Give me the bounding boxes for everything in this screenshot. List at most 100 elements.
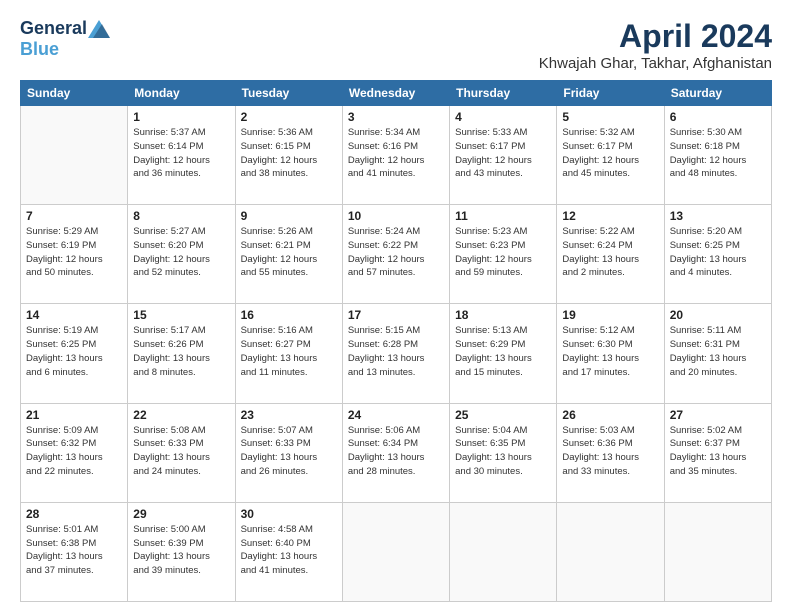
cell-day-number: 26 (562, 408, 658, 422)
cell-info: Sunrise: 5:08 AMSunset: 6:33 PMDaylight:… (133, 424, 229, 479)
cell-info: Sunrise: 5:37 AMSunset: 6:14 PMDaylight:… (133, 126, 229, 181)
table-row (450, 502, 557, 601)
cell-info: Sunrise: 5:33 AMSunset: 6:17 PMDaylight:… (455, 126, 551, 181)
calendar-week-row: 14 Sunrise: 5:19 AMSunset: 6:25 PMDayligh… (21, 304, 772, 403)
cell-info: Sunrise: 5:27 AMSunset: 6:20 PMDaylight:… (133, 225, 229, 280)
cell-day-number: 18 (455, 308, 551, 322)
cell-info: Sunrise: 4:58 AMSunset: 6:40 PMDaylight:… (241, 523, 337, 578)
table-row: 27Sunrise: 5:02 AMSunset: 6:37 PMDayligh… (664, 403, 771, 502)
col-monday: Monday (128, 81, 235, 106)
logo-blue: Blue (20, 39, 59, 59)
cell-info: Sunrise: 5:20 AMSunset: 6:25 PMDaylight:… (670, 225, 766, 280)
table-row: 18 Sunrise: 5:13 AMSunset: 6:29 PMDayligh… (450, 304, 557, 403)
table-row: 12 Sunrise: 5:22 AMSunset: 6:24 PMDayligh… (557, 205, 664, 304)
calendar-subtitle: Khwajah Ghar, Takhar, Afghanistan (539, 55, 772, 72)
calendar-title: April 2024 (539, 18, 772, 55)
cell-info: Sunrise: 5:16 AMSunset: 6:27 PMDaylight:… (241, 324, 337, 379)
cell-day-number: 14 (26, 308, 122, 322)
table-row: 21 Sunrise: 5:09 AMSunset: 6:32 PMDayligh… (21, 403, 128, 502)
table-row: 4 Sunrise: 5:33 AMSunset: 6:17 PMDaylight… (450, 106, 557, 205)
table-row: 8 Sunrise: 5:27 AMSunset: 6:20 PMDaylight… (128, 205, 235, 304)
cell-info: Sunrise: 5:13 AMSunset: 6:29 PMDaylight:… (455, 324, 551, 379)
logo-general: General (20, 18, 87, 39)
cell-day-number: 23 (241, 408, 337, 422)
calendar-week-row: 1 Sunrise: 5:37 AMSunset: 6:14 PMDaylight… (21, 106, 772, 205)
table-row: 6 Sunrise: 5:30 AMSunset: 6:18 PMDaylight… (664, 106, 771, 205)
cell-info: Sunrise: 5:00 AMSunset: 6:39 PMDaylight:… (133, 523, 229, 578)
cell-day-number: 19 (562, 308, 658, 322)
cell-day-number: 8 (133, 209, 229, 223)
table-row: 19 Sunrise: 5:12 AMSunset: 6:30 PMDayligh… (557, 304, 664, 403)
cell-info: Sunrise: 5:26 AMSunset: 6:21 PMDaylight:… (241, 225, 337, 280)
col-tuesday: Tuesday (235, 81, 342, 106)
table-row: 14 Sunrise: 5:19 AMSunset: 6:25 PMDayligh… (21, 304, 128, 403)
cell-day-number: 24 (348, 408, 444, 422)
table-row (557, 502, 664, 601)
cell-info: Sunrise: 5:06 AMSunset: 6:34 PMDaylight:… (348, 424, 444, 479)
cell-day-number: 6 (670, 110, 766, 124)
table-row: 3Sunrise: 5:34 AMSunset: 6:16 PMDaylight… (342, 106, 449, 205)
title-block: April 2024 Khwajah Ghar, Takhar, Afghani… (539, 18, 772, 72)
calendar-header-row: Sunday Monday Tuesday Wednesday Thursday… (21, 81, 772, 106)
cell-day-number: 1 (133, 110, 229, 124)
cell-info: Sunrise: 5:04 AMSunset: 6:35 PMDaylight:… (455, 424, 551, 479)
cell-info: Sunrise: 5:09 AMSunset: 6:32 PMDaylight:… (26, 424, 122, 479)
cell-info: Sunrise: 5:17 AMSunset: 6:26 PMDaylight:… (133, 324, 229, 379)
table-row: 9 Sunrise: 5:26 AMSunset: 6:21 PMDaylight… (235, 205, 342, 304)
cell-info: Sunrise: 5:03 AMSunset: 6:36 PMDaylight:… (562, 424, 658, 479)
cell-day-number: 4 (455, 110, 551, 124)
table-row (664, 502, 771, 601)
cell-day-number: 10 (348, 209, 444, 223)
table-row: 5 Sunrise: 5:32 AMSunset: 6:17 PMDaylight… (557, 106, 664, 205)
col-thursday: Thursday (450, 81, 557, 106)
cell-day-number: 30 (241, 507, 337, 521)
page: General Blue April 2024 Khwajah Ghar, Ta… (0, 0, 792, 612)
table-row: 17Sunrise: 5:15 AMSunset: 6:28 PMDayligh… (342, 304, 449, 403)
header: General Blue April 2024 Khwajah Ghar, Ta… (20, 18, 772, 72)
cell-day-number: 25 (455, 408, 551, 422)
calendar-week-row: 28Sunrise: 5:01 AMSunset: 6:38 PMDayligh… (21, 502, 772, 601)
table-row: 26 Sunrise: 5:03 AMSunset: 6:36 PMDayligh… (557, 403, 664, 502)
cell-info: Sunrise: 5:02 AMSunset: 6:37 PMDaylight:… (670, 424, 766, 479)
table-row: 22Sunrise: 5:08 AMSunset: 6:33 PMDayligh… (128, 403, 235, 502)
table-row: 28Sunrise: 5:01 AMSunset: 6:38 PMDayligh… (21, 502, 128, 601)
cell-info: Sunrise: 5:12 AMSunset: 6:30 PMDaylight:… (562, 324, 658, 379)
col-sunday: Sunday (21, 81, 128, 106)
cell-info: Sunrise: 5:11 AMSunset: 6:31 PMDaylight:… (670, 324, 766, 379)
table-row: 25 Sunrise: 5:04 AMSunset: 6:35 PMDayligh… (450, 403, 557, 502)
logo: General Blue (20, 18, 110, 60)
cell-day-number: 2 (241, 110, 337, 124)
cell-day-number: 20 (670, 308, 766, 322)
cell-day-number: 17 (348, 308, 444, 322)
table-row: 7Sunrise: 5:29 AMSunset: 6:19 PMDaylight… (21, 205, 128, 304)
cell-day-number: 9 (241, 209, 337, 223)
cell-info: Sunrise: 5:22 AMSunset: 6:24 PMDaylight:… (562, 225, 658, 280)
table-row (342, 502, 449, 601)
cell-info: Sunrise: 5:30 AMSunset: 6:18 PMDaylight:… (670, 126, 766, 181)
col-wednesday: Wednesday (342, 81, 449, 106)
table-row: 23Sunrise: 5:07 AMSunset: 6:33 PMDayligh… (235, 403, 342, 502)
cell-info: Sunrise: 5:23 AMSunset: 6:23 PMDaylight:… (455, 225, 551, 280)
cell-day-number: 5 (562, 110, 658, 124)
cell-day-number: 11 (455, 209, 551, 223)
cell-info: Sunrise: 5:36 AMSunset: 6:15 PMDaylight:… (241, 126, 337, 181)
cell-day-number: 16 (241, 308, 337, 322)
logo-icon (88, 20, 110, 38)
cell-day-number: 15 (133, 308, 229, 322)
cell-day-number: 12 (562, 209, 658, 223)
table-row: 15 Sunrise: 5:17 AMSunset: 6:26 PMDayligh… (128, 304, 235, 403)
cell-info: Sunrise: 5:29 AMSunset: 6:19 PMDaylight:… (26, 225, 122, 280)
calendar-table: Sunday Monday Tuesday Wednesday Thursday… (20, 80, 772, 602)
cell-info: Sunrise: 5:24 AMSunset: 6:22 PMDaylight:… (348, 225, 444, 280)
col-friday: Friday (557, 81, 664, 106)
cell-info: Sunrise: 5:34 AMSunset: 6:16 PMDaylight:… (348, 126, 444, 181)
cell-info: Sunrise: 5:19 AMSunset: 6:25 PMDaylight:… (26, 324, 122, 379)
calendar-week-row: 7Sunrise: 5:29 AMSunset: 6:19 PMDaylight… (21, 205, 772, 304)
col-saturday: Saturday (664, 81, 771, 106)
calendar-week-row: 21 Sunrise: 5:09 AMSunset: 6:32 PMDayligh… (21, 403, 772, 502)
cell-info: Sunrise: 5:32 AMSunset: 6:17 PMDaylight:… (562, 126, 658, 181)
table-row: 30 Sunrise: 4:58 AMSunset: 6:40 PMDayligh… (235, 502, 342, 601)
table-row: 2 Sunrise: 5:36 AMSunset: 6:15 PMDaylight… (235, 106, 342, 205)
table-row: 24 Sunrise: 5:06 AMSunset: 6:34 PMDayligh… (342, 403, 449, 502)
cell-day-number: 21 (26, 408, 122, 422)
